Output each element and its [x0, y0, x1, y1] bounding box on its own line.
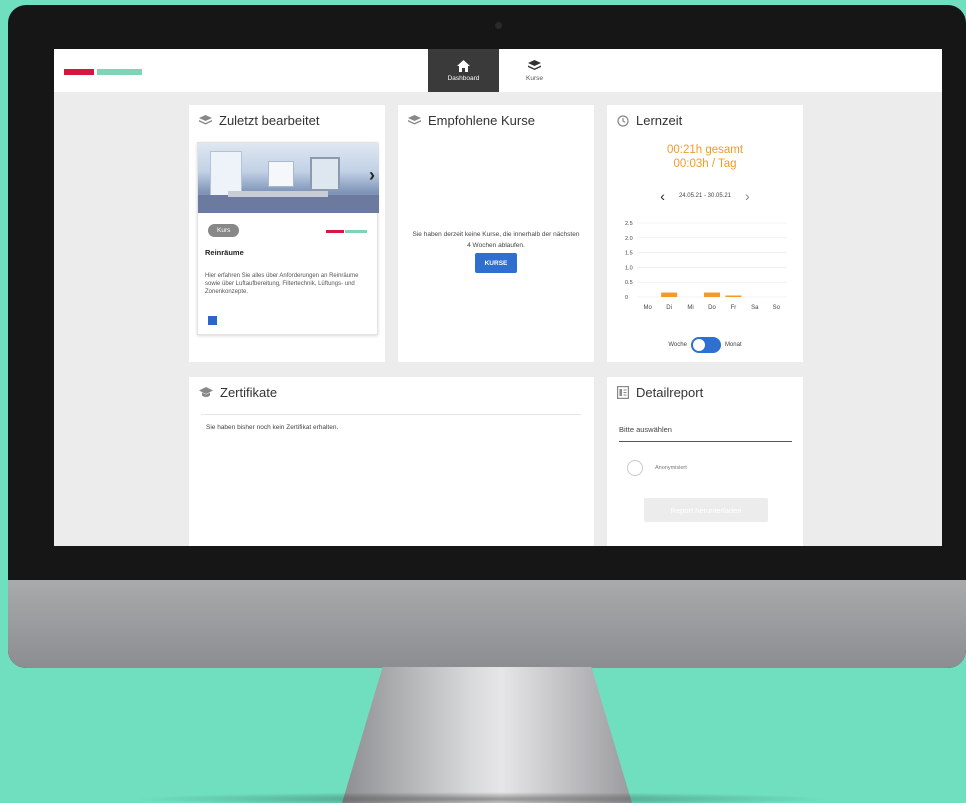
lernzeit-card: Lernzeit 00:21h gesamt 00:03h / Tag ‹ 24…: [607, 105, 803, 362]
chart-bar: [704, 292, 720, 297]
layers-icon: [408, 115, 421, 125]
nav-dashboard[interactable]: Dashboard: [428, 49, 499, 92]
date-range: ‹ 24.05.21 - 30.05.21 ›: [607, 188, 803, 204]
course-type-badge: Kurs: [208, 224, 240, 237]
layers-icon: [528, 59, 541, 70]
certificates-title-text: Zertifikate: [220, 385, 278, 400]
top-bar: Dashboard Kurse: [54, 49, 942, 92]
monitor-stand: [342, 667, 632, 803]
y-tick-label: 2.0: [625, 236, 633, 242]
course-brand-logo: [326, 230, 367, 233]
learning-time-chart: 2.5 2.0 1.5 1.0 0.5 0 Mo Di Mi Do Fr Sa So: [625, 221, 787, 311]
edit-icon[interactable]: [208, 316, 217, 325]
chevron-left-icon[interactable]: ‹: [660, 188, 665, 204]
x-tick-label: Fr: [731, 305, 737, 311]
app-screen: Dashboard Kurse Zuletzt bearbeitet › Kur…: [54, 49, 942, 546]
recommended-title-text: Empfohlene Kurse: [428, 113, 535, 128]
report-title-text: Detailreport: [636, 385, 704, 400]
lernzeit-title-text: Lernzeit: [636, 113, 683, 128]
anonymized-label: Anonymisiert: [655, 465, 687, 471]
period-switch[interactable]: [690, 337, 721, 353]
chart-bar: [661, 292, 678, 297]
download-report-button[interactable]: Report herunterladen: [644, 498, 768, 522]
x-tick-label: Do: [708, 305, 716, 311]
anonymized-option[interactable]: Anonymisiert: [627, 460, 687, 476]
y-tick-label: 0: [625, 295, 628, 301]
y-tick-label: 1.0: [625, 265, 633, 271]
kurse-button[interactable]: KURSE: [475, 253, 517, 273]
report-select[interactable]: Bitte auswählen: [619, 424, 792, 442]
recent-title-text: Zuletzt bearbeitet: [219, 113, 320, 128]
certificates-card: Zertifikate Sie haben bisher noch kein Z…: [189, 377, 594, 546]
report-icon: [617, 386, 629, 399]
learning-per-day-text: 00:03h / Tag: [673, 158, 737, 170]
clock-icon: [617, 114, 629, 127]
recommended-empty-text: Sie haben derzeit keine Kurse, die inner…: [412, 231, 580, 249]
lernzeit-card-title: Lernzeit: [617, 113, 682, 128]
logo-mint-block: [97, 69, 142, 75]
y-tick-label: 2.5: [625, 221, 633, 227]
y-tick-label: 0.5: [625, 280, 633, 286]
toggle-label-woche: Woche: [668, 342, 687, 348]
home-icon: [457, 59, 470, 72]
x-tick-label: So: [773, 305, 781, 311]
chevron-right-icon[interactable]: ›: [369, 165, 375, 186]
logo-red-block: [64, 69, 94, 75]
nav-kurse-label: Kurse: [526, 74, 543, 82]
course-description: Hier erfahren Sie alles über Anforderung…: [205, 273, 359, 295]
chart-bar: [725, 295, 742, 297]
recent-card: Zuletzt bearbeitet › Kurs Reinräume Hier…: [189, 105, 385, 362]
stand-shadow: [130, 792, 836, 803]
graduation-cap-icon: [199, 387, 213, 397]
nav-dashboard-label: Dashboard: [447, 74, 480, 82]
anonymized-radio[interactable]: [627, 460, 643, 476]
x-tick-label: Sa: [751, 305, 759, 311]
brand-logo[interactable]: [64, 69, 142, 75]
certificates-empty-text: Sie haben bisher noch kein Zertifikat er…: [206, 424, 339, 431]
layers-icon: [199, 115, 212, 125]
nav-kurse[interactable]: Kurse: [499, 49, 570, 92]
learning-total-text: 00:21h gesamt: [666, 144, 744, 156]
learning-time-total: 00:21h gesamt 00:03h / Tag: [607, 143, 803, 171]
monitor-chin: [8, 580, 966, 668]
recommended-card: Empfohlene Kurse Sie haben derzeit keine…: [398, 105, 594, 362]
course-image: ›: [198, 143, 379, 213]
report-card-title: Detailreport: [617, 385, 703, 400]
toggle-label-monat: Monat: [724, 342, 742, 348]
x-tick-label: Mi: [687, 305, 693, 311]
x-tick-label: Di: [666, 305, 672, 311]
date-range-text: 24.05.21 - 30.05.21: [678, 193, 732, 199]
report-card: Detailreport Bitte auswählen Anonymisier…: [607, 377, 803, 546]
recent-card-title: Zuletzt bearbeitet: [199, 113, 319, 128]
certificates-card-title: Zertifikate: [199, 385, 277, 400]
course-name: Reinräume: [205, 248, 244, 257]
period-toggle: Woche Monat: [607, 337, 803, 353]
chevron-right-icon[interactable]: ›: [745, 188, 750, 204]
camera: [495, 22, 502, 29]
monitor: Dashboard Kurse Zuletzt bearbeitet › Kur…: [8, 5, 966, 668]
y-tick-label: 1.5: [625, 251, 633, 257]
course-card[interactable]: › Kurs Reinräume Hier erfahren Sie alles…: [197, 142, 379, 335]
divider: [201, 414, 581, 415]
x-tick-label: Mo: [644, 305, 653, 311]
recommended-card-title: Empfohlene Kurse: [408, 113, 535, 128]
